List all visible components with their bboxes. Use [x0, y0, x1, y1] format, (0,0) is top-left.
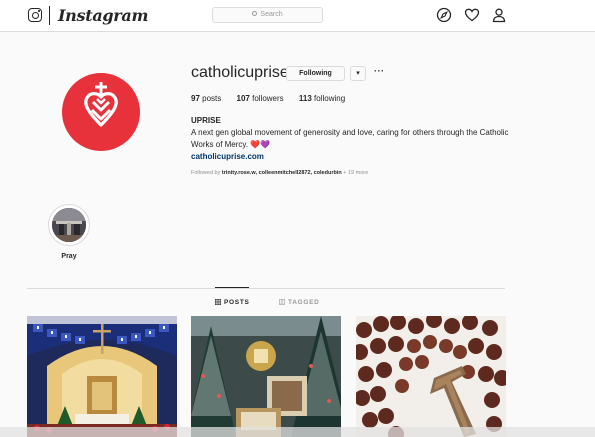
- instagram-glyph-icon[interactable]: [28, 8, 42, 22]
- post-thumbnail[interactable]: [27, 316, 177, 437]
- profile-bio: UPRISE A next gen global movement of gen…: [191, 115, 511, 163]
- followers-stat[interactable]: 107 followers: [237, 94, 284, 103]
- following-count: 113: [298, 94, 312, 103]
- followers-label: followers: [252, 94, 284, 103]
- post-thumbnail[interactable]: [191, 316, 341, 437]
- following-button[interactable]: Following: [286, 66, 345, 81]
- search-icon: [252, 11, 258, 16]
- profile-avatar[interactable]: [62, 73, 140, 151]
- grid-icon: [215, 299, 221, 305]
- followed-by-more: + 19 more: [343, 170, 369, 176]
- post-thumbnail[interactable]: [356, 316, 506, 437]
- tab-posts-label: POSTS: [224, 299, 250, 306]
- highlight-cover[interactable]: [52, 208, 86, 242]
- highlight-thumbnail: [52, 208, 86, 242]
- instagram-wordmark[interactable]: Instagram: [58, 6, 148, 25]
- tab-posts[interactable]: POSTS: [215, 298, 250, 306]
- heart-icon[interactable]: [464, 7, 480, 23]
- following-stat[interactable]: 113 following: [299, 94, 345, 103]
- posts-label: posts: [202, 94, 222, 103]
- followed-by[interactable]: Followed by trinity.rose.w, colleenmitch…: [191, 170, 368, 176]
- profile-display-name: UPRISE: [191, 116, 221, 125]
- bio-text: A next gen global movement of generosity…: [191, 128, 509, 149]
- posts-count: 97: [191, 94, 200, 103]
- tab-tagged[interactable]: TAGGED: [279, 298, 320, 306]
- uprise-heart-logo: [84, 82, 118, 127]
- bottom-scroll-bar: [0, 427, 595, 437]
- bio-emoji: ❤️💜: [250, 140, 271, 149]
- post-image-rosary: [356, 316, 506, 437]
- search-placeholder: Search: [260, 11, 283, 18]
- tabs-divider: [27, 288, 505, 289]
- profile-website-link[interactable]: catholicuprise.com: [191, 151, 511, 163]
- person-icon[interactable]: [491, 7, 507, 23]
- followed-by-prefix: Followed by: [191, 170, 221, 176]
- top-nav: Instagram Search: [0, 0, 595, 32]
- suggestions-dropdown-button[interactable]: ▾: [350, 66, 366, 81]
- compass-icon[interactable]: [436, 7, 452, 23]
- post-image-church-altar: [27, 316, 177, 437]
- following-label: following: [314, 94, 346, 103]
- active-tab-indicator: [215, 287, 249, 288]
- profile-username: catholicuprise: [191, 64, 289, 81]
- followers-count: 107: [236, 94, 250, 103]
- tag-person-icon: [279, 299, 285, 305]
- tab-tagged-label: TAGGED: [288, 299, 320, 306]
- nav-divider: [49, 6, 50, 25]
- profile-stats: 97 posts 107 followers 113 following: [191, 94, 358, 103]
- search-input[interactable]: Search: [212, 7, 323, 23]
- post-image-christmas-trees: [191, 316, 341, 437]
- followed-by-users: trinity.rose.w, colleenmitchell2872, col…: [221, 170, 342, 176]
- more-options-icon[interactable]: ···: [374, 66, 385, 76]
- highlight-label: Pray: [61, 253, 77, 260]
- posts-stat: 97 posts: [191, 94, 221, 103]
